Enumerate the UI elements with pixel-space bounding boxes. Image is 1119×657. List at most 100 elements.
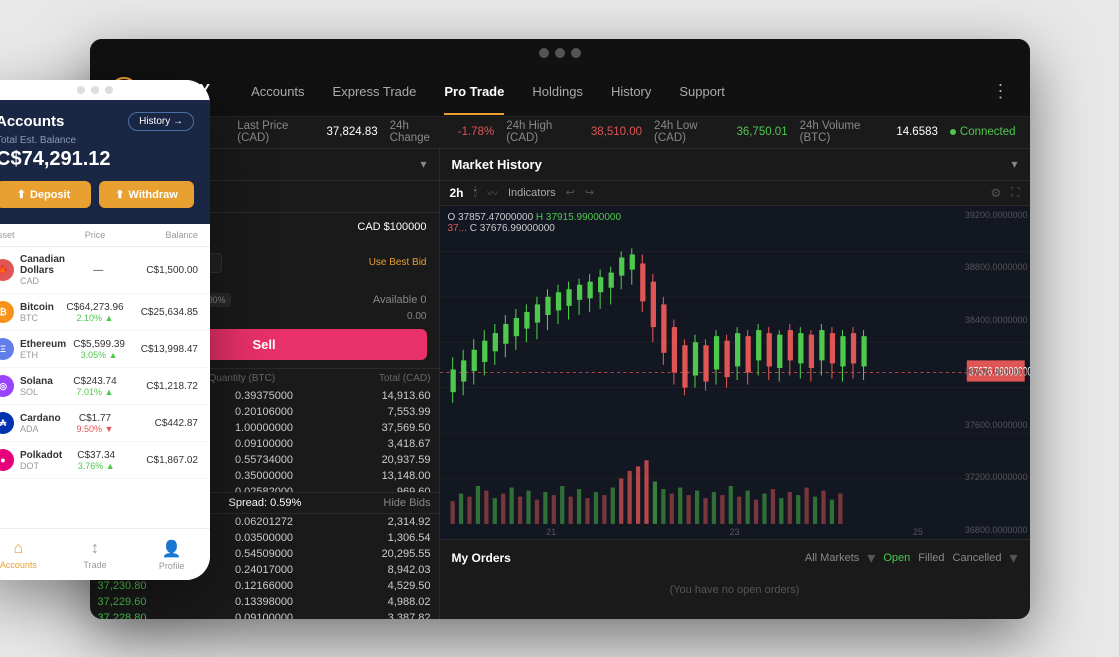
asset-item-cad[interactable]: 🍁 Canadian Dollars CAD — C$1,500.00 bbox=[0, 247, 210, 294]
ask-total-3: 37,569.50 bbox=[320, 422, 431, 434]
y-label-4: 38000.0000000 bbox=[965, 367, 1028, 377]
chart-header: Market History ▾ bbox=[440, 149, 1030, 181]
main-content: Order Book ▾ Limit Market Purchase Limit… bbox=[90, 149, 1030, 619]
nav-holdings[interactable]: Holdings bbox=[532, 84, 583, 99]
bid-row-5: 37,230.80 0.12166000 4,529.50 bbox=[90, 578, 439, 594]
mobile-accounts-title: Accounts bbox=[0, 113, 64, 130]
ada-ticker: ADA bbox=[20, 424, 61, 434]
chart-undo-icon[interactable]: ↩ bbox=[566, 186, 575, 199]
asset-item-dot[interactable]: ● Polkadot DOT C$37.34 3.76% ▲ C$1,867.0… bbox=[0, 442, 210, 479]
ask-qty-1: 0.39375000 bbox=[209, 390, 320, 402]
bid-price-7: 37,228.80 bbox=[98, 612, 209, 619]
asset-left-eth: Ξ Ethereum ETH bbox=[0, 338, 66, 360]
btc-ticker: BTC bbox=[20, 313, 54, 323]
asset-left-dot: ● Polkadot DOT bbox=[0, 449, 62, 471]
sol-price: C$243.74 bbox=[61, 376, 130, 387]
filled-filter[interactable]: Filled bbox=[918, 552, 944, 564]
chart-timeframe[interactable]: 2h bbox=[450, 186, 464, 200]
mobile-nav-accounts[interactable]: ⌂ Accounts bbox=[0, 529, 57, 580]
ask-qty-7: 0.02582000 bbox=[209, 486, 320, 493]
bid-total-7: 3,387.82 bbox=[320, 612, 431, 619]
chart-redo-icon[interactable]: ↪ bbox=[585, 186, 594, 199]
connection-status: Connected bbox=[950, 126, 1016, 138]
bid-qty-6: 0.13398000 bbox=[209, 596, 320, 608]
cancelled-filter[interactable]: Cancelled bbox=[953, 552, 1002, 564]
order-book-chevron-icon[interactable]: ▾ bbox=[420, 157, 426, 171]
change-label: 24h Change bbox=[390, 120, 446, 144]
desktop-app: © BITBUY Accounts Express Trade Pro Trad… bbox=[90, 39, 1030, 619]
asset-item-eth[interactable]: Ξ Ethereum ETH C$5,599.39 3.05% ▲ C$13,9… bbox=[0, 331, 210, 368]
dot-balance: C$1,867.02 bbox=[130, 455, 198, 466]
chart-candle-icon[interactable]: 🕯 bbox=[474, 185, 477, 200]
status-dot-1 bbox=[77, 86, 85, 94]
btc-change: 2.10% ▲ bbox=[61, 313, 130, 323]
bid-qty-1: 0.06201272 bbox=[209, 516, 320, 528]
ask-qty-4: 0.09100000 bbox=[209, 438, 320, 450]
ada-icon: ₳ bbox=[0, 412, 14, 434]
ada-info: Cardano ADA bbox=[20, 413, 61, 434]
more-options-icon[interactable]: ⋮ bbox=[992, 81, 1010, 102]
dot-name: Polkadot bbox=[20, 450, 62, 461]
window-dot-1 bbox=[539, 48, 549, 58]
mobile-withdraw-button[interactable]: ⬆ Withdraw bbox=[99, 181, 194, 208]
mobile-nav-trade[interactable]: ↕ Trade bbox=[57, 529, 134, 580]
cad-icon: 🍁 bbox=[0, 259, 14, 281]
mobile-history-button[interactable]: History → bbox=[128, 112, 194, 131]
cad-balance: C$1,500.00 bbox=[132, 265, 199, 276]
open-filter[interactable]: Open bbox=[883, 552, 910, 564]
bid-total-6: 4,988.02 bbox=[320, 596, 431, 608]
bid-row-7: 37,228.80 0.09100000 3,387.82 bbox=[90, 610, 439, 619]
bid-price-6: 37,229.60 bbox=[98, 596, 209, 608]
x-label-2: 23 bbox=[729, 527, 739, 537]
nav-express-trade[interactable]: Express Trade bbox=[333, 84, 417, 99]
deposit-label: Deposit bbox=[30, 189, 70, 201]
low-label: 24h Low (CAD) bbox=[654, 120, 724, 144]
market-history-title: Market History bbox=[452, 157, 542, 172]
chart-fullscreen-icon[interactable]: ⛶ bbox=[1011, 185, 1019, 200]
total-col-header: Total (CAD) bbox=[320, 373, 431, 384]
use-best-bid-btn[interactable]: Use Best Bid bbox=[369, 257, 427, 268]
chart-controls-bar: 2h 🕯 〰 Indicators ↩ ↪ ⚙ ⛶ bbox=[440, 181, 1030, 206]
bid-qty-4: 0.24017000 bbox=[209, 564, 320, 576]
mobile-app: Accounts History → Total Est. Balance C$… bbox=[0, 80, 210, 580]
asset-item-sol[interactable]: ◎ Solana SOL C$243.74 7.01% ▲ C$1,218.72 bbox=[0, 368, 210, 405]
mobile-nav-accounts-label: Accounts bbox=[0, 560, 37, 570]
y-label-1: 39200.0000000 bbox=[965, 210, 1028, 220]
available-label: Available 0 bbox=[373, 294, 427, 306]
nav-history[interactable]: History bbox=[611, 84, 651, 99]
asset-item-ada[interactable]: ₳ Cardano ADA C$1.77 9.50% ▼ C$442.87 bbox=[0, 405, 210, 442]
btc-price: C$64,273.96 bbox=[61, 302, 130, 313]
eth-price: C$5,599.39 bbox=[66, 339, 132, 350]
y-label-6: 37200.0000000 bbox=[965, 472, 1028, 482]
orders-header: My Orders All Markets ▾ Open Filled Canc… bbox=[452, 548, 1018, 568]
last-price-label: Last Price (CAD) bbox=[237, 120, 314, 144]
ada-price: C$1.77 bbox=[61, 413, 130, 424]
mobile-deposit-button[interactable]: ⬆ Deposit bbox=[0, 181, 91, 208]
dot-info: Polkadot DOT bbox=[20, 450, 62, 471]
all-markets-filter[interactable]: All Markets bbox=[805, 552, 859, 564]
download-icon: ⬆ bbox=[115, 188, 124, 201]
asset-item-btc[interactable]: ₿ Bitcoin BTC C$64,273.96 2.10% ▲ C$25,6… bbox=[0, 294, 210, 331]
orders-empty-message: (You have no open orders) bbox=[452, 574, 1018, 606]
sol-balance: C$1,218.72 bbox=[129, 381, 198, 392]
chart-area[interactable]: O 37857.47000000 H 37915.99000000 37... … bbox=[440, 206, 1030, 539]
nav-support[interactable]: Support bbox=[679, 84, 725, 99]
withdraw-label: Withdraw bbox=[128, 189, 177, 201]
bid-price-5: 37,230.80 bbox=[98, 580, 209, 592]
btc-icon: ₿ bbox=[0, 301, 14, 323]
hide-bids-btn[interactable]: Hide Bids bbox=[383, 497, 430, 509]
x-axis-labels: 21 23 25 bbox=[440, 527, 1030, 537]
bid-qty-7: 0.09100000 bbox=[209, 612, 320, 619]
sol-info: Solana SOL bbox=[20, 376, 53, 397]
connected-label: Connected bbox=[960, 126, 1016, 138]
nav-pro-trade[interactable]: Pro Trade bbox=[444, 84, 504, 99]
cad-ticker: CAD bbox=[20, 276, 65, 286]
chart-chevron-icon[interactable]: ▾ bbox=[1011, 157, 1017, 171]
nav-accounts[interactable]: Accounts bbox=[251, 84, 304, 99]
cad-name: Canadian Dollars bbox=[20, 254, 65, 276]
chart-settings-icon[interactable]: ⚙ bbox=[990, 186, 1001, 200]
mobile-nav-profile[interactable]: 👤 Profile bbox=[133, 529, 210, 580]
qty-col-header: Quantity (BTC) bbox=[209, 373, 320, 384]
eth-name: Ethereum bbox=[20, 339, 66, 350]
chart-indicators-btn[interactable]: Indicators bbox=[508, 187, 556, 199]
